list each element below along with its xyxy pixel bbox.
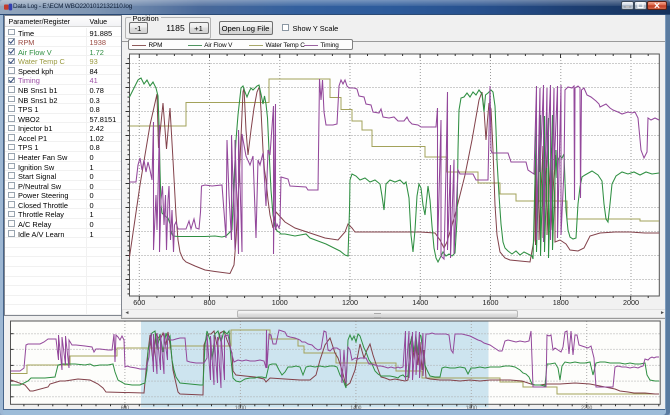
svg-text:1000: 1000 (235, 406, 246, 412)
svg-text:2200: 2200 (581, 406, 592, 412)
svg-text:1400: 1400 (350, 406, 361, 412)
svg-text:1800: 1800 (466, 406, 477, 412)
svg-text:600: 600 (121, 406, 130, 412)
